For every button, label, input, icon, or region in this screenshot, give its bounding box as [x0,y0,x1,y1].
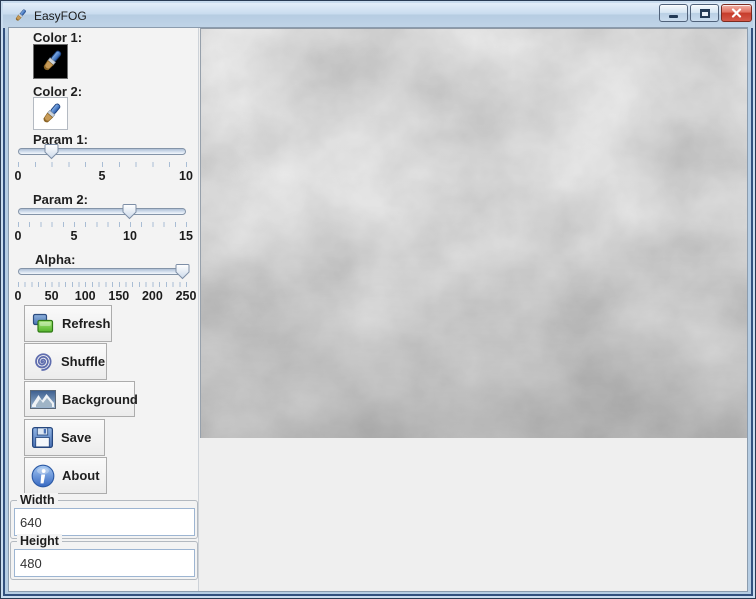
height-input[interactable] [14,549,195,577]
about-icon info-icon [30,463,56,489]
titlebar[interactable]: EasyFOG [3,3,753,28]
alpha-slider-track[interactable] [18,268,186,275]
shuffle-button[interactable]: Shuffle [24,343,107,380]
about-button[interactable]: About [24,457,107,494]
color2-button[interactable] [33,97,68,130]
param1-ticks [18,162,187,167]
tick-label: 50 [45,289,59,303]
height-group-label: Height [17,534,62,548]
refresh-button-label: Refresh [62,316,110,331]
alpha-ticks [18,282,187,287]
paintbrush-icon [37,48,65,76]
alpha-slider: 0 50 100 150 200 250 [18,263,186,304]
fog-preview [200,28,747,438]
height-group: Height [10,541,198,580]
tick-label: 0 [15,169,22,183]
color1-button[interactable] [33,44,68,79]
refresh-button[interactable]: Refresh [24,305,112,342]
shuffle-icon [30,349,55,374]
param1-slider: 0 5 10 [18,143,186,184]
tick-label: 15 [179,229,193,243]
close-icon [731,8,742,18]
app-window: EasyFOG Color 1: Color 2: Param [0,0,756,599]
param2-slider-track[interactable] [18,208,186,215]
color1-label: Color 1: [33,30,82,45]
minimize-icon [669,15,678,18]
param2-slider: 0 5 10 15 [18,203,186,244]
tick-label: 100 [75,289,96,303]
shuffle-button-label: Shuffle [61,354,105,369]
about-button-label: About [62,468,100,483]
save-icon [30,425,55,450]
minimize-button[interactable] [659,4,688,22]
fog-preview-canvas [201,29,747,438]
width-input[interactable] [14,508,195,536]
tick-label: 200 [142,289,163,303]
param2-slider-thumb[interactable] [122,203,137,220]
background-button-label: Background [62,392,138,407]
window-controls [659,4,752,22]
save-button-label: Save [61,430,91,445]
app-paintbrush-icon [12,8,28,24]
background-icon [30,390,56,409]
maximize-icon [700,9,710,18]
tick-label: 0 [15,229,22,243]
param1-tick-labels: 0 5 10 [18,169,186,184]
maximize-button[interactable] [690,4,719,22]
alpha-tick-labels: 0 50 100 150 200 250 [18,289,186,304]
tick-label: 5 [71,229,78,243]
param2-tick-labels: 0 5 10 15 [18,229,186,244]
canvas-area [199,28,747,591]
paintbrush-icon [37,101,64,128]
refresh-icon [30,312,56,336]
param1-slider-thumb[interactable] [44,143,59,160]
client-area: Color 1: Color 2: Param 1: 0 5 10 [8,27,748,592]
tick-label: 250 [176,289,197,303]
tick-label: 150 [108,289,129,303]
sidebar: Color 1: Color 2: Param 1: 0 5 10 [9,28,199,591]
tick-label: 5 [99,169,106,183]
alpha-slider-thumb[interactable] [175,263,190,280]
tick-label: 0 [15,289,22,303]
window-title: EasyFOG [34,9,87,23]
tick-label: 10 [123,229,137,243]
param2-ticks [18,222,187,227]
background-button[interactable]: Background [24,381,135,417]
tick-label: 10 [179,169,193,183]
width-group-label: Width [17,493,58,507]
close-button[interactable] [721,4,752,22]
save-button[interactable]: Save [24,419,105,456]
